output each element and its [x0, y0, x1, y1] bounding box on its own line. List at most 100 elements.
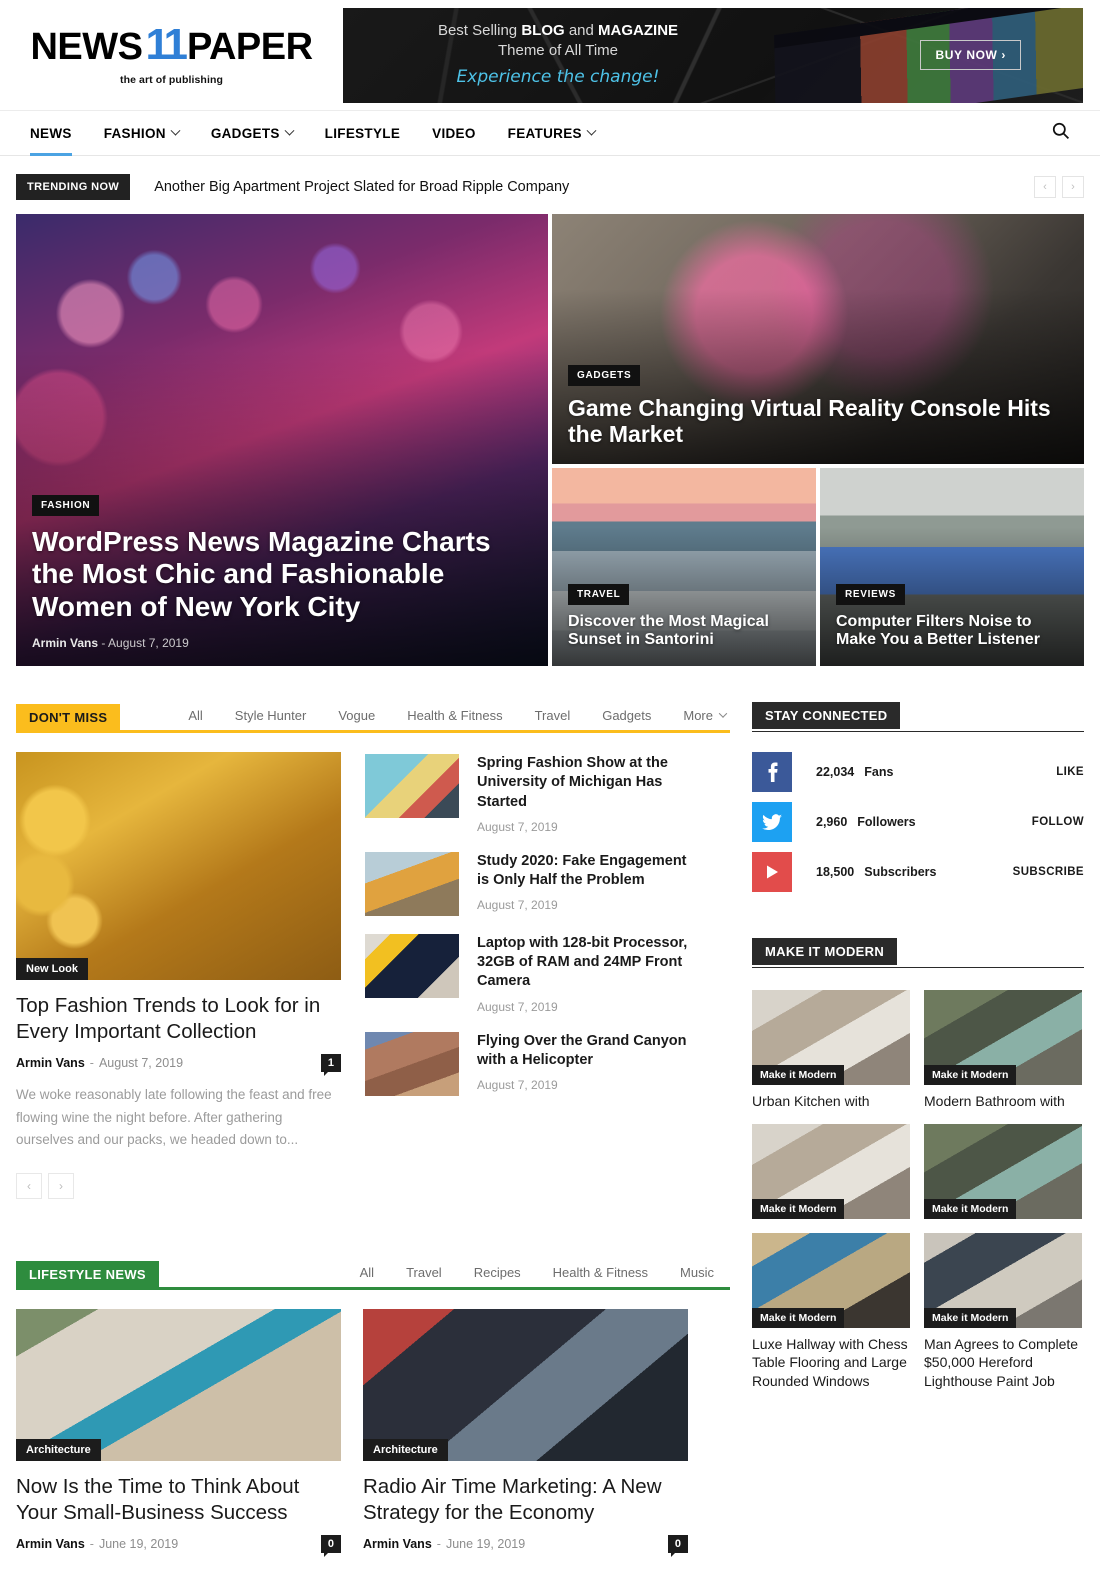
lifestyle-card-image[interactable]: Architecture [16, 1309, 341, 1462]
item-title[interactable]: Modern Bathroom with [924, 1092, 1082, 1110]
item-image[interactable]: Make it Modern [752, 990, 910, 1085]
tab-all[interactable]: All [344, 1265, 390, 1280]
list-item-title[interactable]: Laptop with 128-bit Processor, 32GB of R… [477, 934, 690, 992]
tab-gadgets[interactable]: Gadgets [586, 708, 667, 723]
item-image[interactable]: Make it Modern [924, 1233, 1082, 1329]
item-tag[interactable]: Make it Modern [752, 1199, 845, 1220]
list-item-title[interactable]: Study 2020: Fake Engagement is Only Half… [477, 852, 690, 891]
nav-item-video[interactable]: VIDEO [416, 112, 492, 155]
tab-music[interactable]: Music [664, 1265, 730, 1280]
author-name[interactable]: Armin Vans [16, 1056, 85, 1070]
feature-title[interactable]: Top Fashion Trends to Look for in Every … [16, 993, 341, 1044]
tab-vogue[interactable]: Vogue [322, 708, 391, 723]
item-image[interactable]: Make it Modern [752, 1233, 910, 1329]
nav-item-features[interactable]: FEATURES [492, 112, 611, 155]
item-title[interactable]: Luxe Hallway with Chess Table Flooring a… [752, 1335, 910, 1390]
twitter-follow-button[interactable]: FOLLOW [1032, 816, 1084, 828]
youtube-icon[interactable] [752, 852, 792, 892]
list-item-thumbnail[interactable] [365, 754, 459, 818]
tab-recipes[interactable]: Recipes [458, 1265, 537, 1280]
item-image[interactable]: Make it Modern [924, 1124, 1082, 1220]
tab-health-fitness[interactable]: Health & Fitness [391, 708, 518, 723]
hero-card-gadgets[interactable]: GADGETS Game Changing Virtual Reality Co… [552, 214, 1084, 464]
nav-item-lifestyle[interactable]: LIFESTYLE [309, 112, 416, 155]
lifestyle-card-tag[interactable]: Architecture [363, 1439, 448, 1462]
facebook-icon[interactable] [752, 752, 792, 792]
social-row-facebook[interactable]: 22,034 Fans LIKE [752, 752, 1084, 792]
lifestyle-card-title[interactable]: Radio Air Time Marketing: A New Strategy… [363, 1474, 688, 1525]
list-item[interactable]: Flying Over the Grand Canyon with a Heli… [365, 1031, 690, 1096]
main-column: DON'T MISS All Style Hunter Vogue Health… [16, 702, 730, 1558]
item-tag[interactable]: Make it Modern [752, 1065, 845, 1085]
tab-all[interactable]: All [172, 708, 218, 723]
category-badge[interactable]: GADGETS [568, 364, 641, 386]
list-item[interactable]: Laptop with 128-bit Processor, 32GB of R… [365, 933, 690, 1014]
item-tag[interactable]: Make it Modern [924, 1065, 1017, 1085]
section-underline [16, 730, 730, 733]
lifestyle-card-image[interactable]: Architecture [363, 1309, 688, 1462]
hero-card-title[interactable]: Discover the Most Magical Sunset in Sant… [568, 613, 800, 650]
item-tag[interactable]: Make it Modern [924, 1308, 1017, 1329]
search-button[interactable] [1051, 121, 1084, 145]
site-logo[interactable]: NEWS 11 PAPER the art of publishing [0, 22, 343, 86]
make-it-modern-item[interactable]: Make it Modern Luxe Hallway with Chess T… [752, 1233, 910, 1390]
make-it-modern-item[interactable]: Make it Modern Modern Bathroom with [924, 990, 1082, 1110]
nav-item-news[interactable]: NEWS [16, 112, 88, 156]
item-image[interactable]: Make it Modern [924, 990, 1082, 1085]
twitter-icon[interactable] [752, 802, 792, 842]
list-item-thumbnail[interactable] [365, 851, 459, 916]
tab-travel[interactable]: Travel [390, 1265, 458, 1280]
feature-tag[interactable]: New Look [16, 958, 88, 980]
lifestyle-card-title[interactable]: Now Is the Time to Think About Your Smal… [16, 1474, 341, 1525]
make-it-modern-item[interactable]: Make it Modern Urban Kitchen with [752, 990, 910, 1110]
author-name[interactable]: Armin Vans [363, 1537, 432, 1551]
list-item[interactable]: Study 2020: Fake Engagement is Only Half… [365, 851, 690, 916]
hero-card-title[interactable]: Game Changing Virtual Reality Console Hi… [568, 395, 1068, 448]
feature-image[interactable]: New Look [16, 752, 341, 980]
hero-main-title[interactable]: WordPress News Magazine Charts the Most … [32, 526, 532, 623]
author-name[interactable]: Armin Vans [32, 636, 98, 650]
hero-card-reviews[interactable]: REVIEWS Computer Filters Noise to Make Y… [820, 468, 1084, 666]
make-it-modern-item[interactable]: Make it Modern [924, 1124, 1082, 1220]
item-tag[interactable]: Make it Modern [752, 1308, 845, 1329]
category-badge[interactable]: FASHION [32, 494, 100, 516]
list-item-thumbnail[interactable] [365, 933, 459, 998]
trending-headline[interactable]: Another Big Apartment Project Slated for… [154, 179, 569, 195]
tab-more[interactable]: More [667, 708, 730, 723]
nav-item-fashion[interactable]: FASHION [88, 112, 195, 155]
item-tag[interactable]: Make it Modern [924, 1199, 1017, 1220]
list-item[interactable]: Spring Fashion Show at the University of… [365, 754, 690, 834]
comment-count-badge[interactable]: 0 [667, 1535, 688, 1558]
tab-travel[interactable]: Travel [519, 708, 587, 723]
comment-count-badge[interactable]: 1 [320, 1054, 341, 1077]
comment-count-badge[interactable]: 0 [320, 1535, 341, 1558]
dont-miss-next-button[interactable]: › [48, 1173, 74, 1200]
tab-style-hunter[interactable]: Style Hunter [219, 708, 323, 723]
facebook-like-button[interactable]: LIKE [1056, 766, 1084, 778]
item-image[interactable]: Make it Modern [752, 1124, 910, 1220]
dont-miss-prev-button[interactable]: ‹ [16, 1173, 42, 1200]
make-it-modern-item[interactable]: Make it Modern [752, 1124, 910, 1220]
ad-buy-now-button[interactable]: BUY NOW › [920, 39, 1021, 70]
author-name[interactable]: Armin Vans [16, 1537, 85, 1551]
lifestyle-card-tag[interactable]: Architecture [16, 1439, 101, 1462]
item-title[interactable]: Man Agrees to Complete $50,000 Hereford … [924, 1335, 1082, 1390]
make-it-modern-item[interactable]: Make it Modern Man Agrees to Complete $5… [924, 1233, 1082, 1390]
tab-health-fitness[interactable]: Health & Fitness [537, 1265, 664, 1280]
hero-card-title[interactable]: Computer Filters Noise to Make You a Bet… [836, 613, 1068, 650]
category-badge[interactable]: TRAVEL [568, 583, 630, 605]
list-item-title[interactable]: Spring Fashion Show at the University of… [477, 754, 690, 812]
trending-next-button[interactable]: › [1062, 176, 1084, 198]
youtube-subscribe-button[interactable]: SUBSCRIBE [1013, 866, 1084, 878]
hero-card-travel[interactable]: TRAVEL Discover the Most Magical Sunset … [552, 468, 816, 666]
list-item-thumbnail[interactable] [365, 1031, 459, 1096]
item-title[interactable]: Urban Kitchen with [752, 1092, 910, 1110]
category-badge[interactable]: REVIEWS [836, 583, 906, 605]
list-item-title[interactable]: Flying Over the Grand Canyon with a Heli… [477, 1032, 690, 1071]
social-row-twitter[interactable]: 2,960 Followers FOLLOW [752, 802, 1084, 842]
trending-prev-button[interactable]: ‹ [1034, 176, 1056, 198]
social-row-youtube[interactable]: 18,500 Subscribers SUBSCRIBE [752, 852, 1084, 892]
nav-item-gadgets[interactable]: GADGETS [195, 112, 309, 155]
header-ad-banner[interactable]: Best Selling BLOG and MAGAZINE Theme of … [343, 7, 1083, 103]
hero-main-card[interactable]: FASHION WordPress News Magazine Charts t… [16, 214, 548, 666]
